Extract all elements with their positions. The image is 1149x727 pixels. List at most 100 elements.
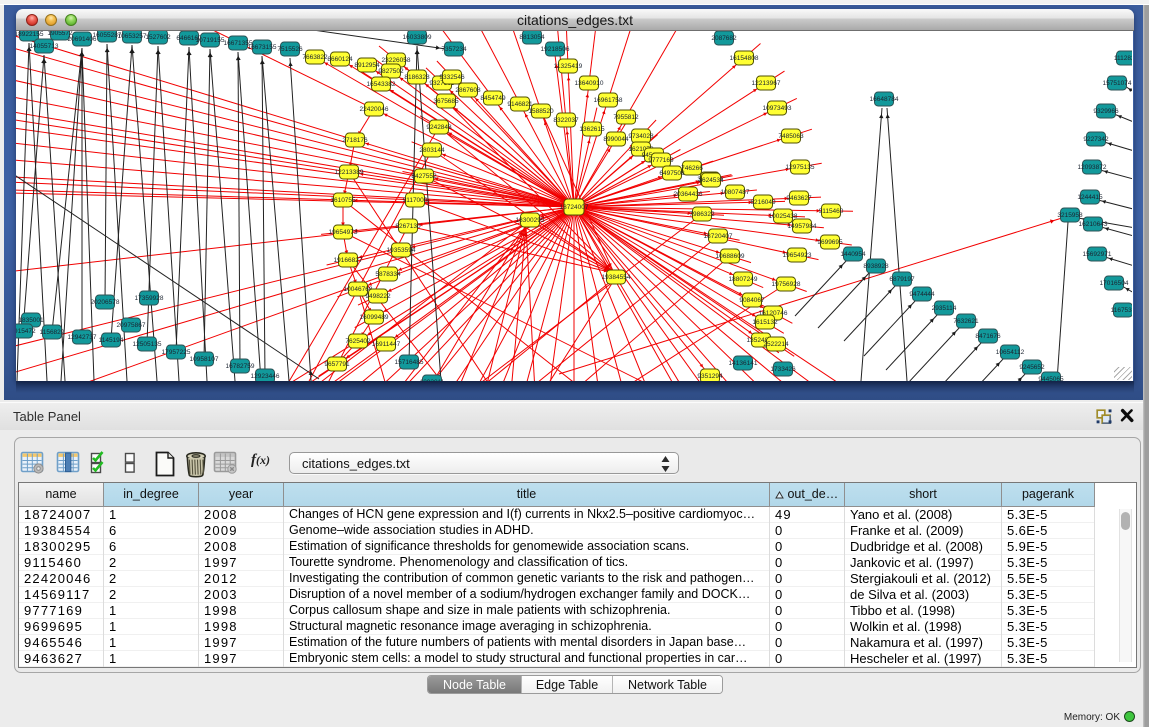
- svg-text:1145194: 1145194: [99, 337, 124, 344]
- svg-text:14136141: 14136141: [729, 360, 758, 367]
- svg-text:8912954: 8912954: [354, 62, 380, 69]
- svg-text:1835001: 1835001: [18, 317, 44, 324]
- svg-text:2803144: 2803144: [419, 147, 445, 154]
- svg-text:1362615: 1362615: [579, 126, 605, 133]
- svg-text:12213389: 12213389: [335, 169, 364, 176]
- svg-text:1244415: 1244415: [1077, 194, 1103, 201]
- svg-text:10654112: 10654112: [996, 349, 1025, 356]
- svg-text:8267130: 8267130: [395, 223, 421, 230]
- svg-text:1093811: 1093811: [420, 379, 445, 381]
- svg-text:12942737: 12942737: [68, 334, 97, 341]
- svg-text:8322037: 8322037: [553, 117, 579, 124]
- svg-text:7955812: 7955812: [613, 114, 639, 121]
- svg-text:2718176: 2718176: [342, 137, 368, 144]
- svg-text:20364436: 20364436: [674, 191, 703, 198]
- svg-text:8660124: 8660124: [327, 56, 353, 63]
- svg-text:7357234: 7357234: [441, 46, 467, 53]
- svg-text:9827502: 9827502: [378, 68, 404, 75]
- svg-text:20975867: 20975867: [117, 322, 146, 329]
- svg-text:3215958: 3215958: [1057, 212, 1083, 219]
- svg-text:22420046: 22420046: [360, 106, 389, 113]
- svg-text:9474444: 9474444: [909, 291, 935, 298]
- svg-text:19756928: 19756928: [772, 281, 801, 288]
- svg-text:1527602: 1527602: [145, 34, 171, 41]
- svg-text:10025438: 10025438: [769, 213, 798, 220]
- svg-text:7663822: 7663822: [302, 54, 328, 61]
- svg-text:8427552: 8427552: [411, 173, 437, 180]
- svg-text:9463627: 9463627: [786, 195, 812, 202]
- svg-text:18724007: 18724007: [560, 204, 589, 211]
- svg-text:19353594: 19353594: [387, 247, 416, 254]
- svg-text:1588520: 1588520: [528, 108, 554, 115]
- svg-text:1156829: 1156829: [40, 329, 65, 336]
- svg-text:9351294: 9351294: [697, 373, 723, 380]
- svg-text:9245652: 9245652: [1019, 364, 1045, 371]
- svg-text:16210643: 16210643: [1079, 221, 1108, 228]
- svg-text:5878334: 5878334: [375, 271, 401, 278]
- svg-text:18922155: 18922155: [16, 31, 44, 38]
- svg-text:15692971: 15692971: [1083, 251, 1112, 258]
- svg-text:14055713: 14055713: [30, 43, 59, 50]
- svg-text:7485063: 7485063: [778, 133, 804, 140]
- svg-text:8990044: 8990044: [603, 136, 629, 143]
- svg-text:18300295: 18300295: [516, 217, 545, 224]
- svg-text:8938928: 8938928: [863, 263, 889, 270]
- svg-text:1440954: 1440954: [840, 251, 866, 258]
- svg-text:15751074: 15751074: [1103, 80, 1132, 87]
- svg-text:19166827: 19166827: [334, 257, 363, 264]
- svg-text:7625402: 7625402: [345, 338, 371, 345]
- svg-text:6879197: 6879197: [889, 276, 915, 283]
- svg-text:9734028: 9734028: [628, 133, 654, 140]
- svg-text:9146821: 9146821: [507, 101, 533, 108]
- svg-text:2522214: 2522214: [763, 341, 789, 348]
- svg-text:16033809: 16033809: [403, 34, 432, 41]
- svg-text:16673155: 16673155: [248, 44, 277, 51]
- svg-text:19384554: 19384554: [602, 274, 631, 281]
- svg-text:10807487: 10807487: [721, 189, 750, 196]
- svg-text:9657791: 9657791: [324, 361, 350, 368]
- svg-text:7515526: 7515526: [277, 46, 303, 53]
- svg-text:18720407: 18720407: [704, 233, 733, 240]
- svg-text:16648784: 16648784: [870, 96, 899, 103]
- svg-text:15716485: 15716485: [395, 359, 424, 366]
- svg-text:9332546: 9332546: [439, 74, 465, 81]
- svg-text:1610755: 1610755: [330, 197, 356, 204]
- svg-text:9445065: 9445065: [1038, 376, 1064, 381]
- svg-text:2867608: 2867608: [455, 87, 481, 94]
- svg-text:10719155: 10719155: [196, 37, 225, 44]
- svg-text:16961758: 16961758: [594, 97, 623, 104]
- svg-text:16154808: 16154808: [730, 55, 759, 62]
- svg-text:16099489: 16099489: [360, 314, 389, 321]
- svg-text:9084067: 9084067: [739, 297, 765, 304]
- svg-text:19218506: 19218506: [541, 46, 570, 53]
- svg-text:9699695: 9699695: [817, 239, 843, 246]
- svg-text:16543382: 16543382: [367, 81, 396, 88]
- svg-text:1615132: 1615132: [752, 319, 778, 326]
- svg-text:14957984: 14957984: [788, 223, 817, 230]
- svg-text:2935114: 2935114: [932, 305, 957, 312]
- svg-text:3624534: 3624534: [698, 177, 724, 184]
- svg-text:9117006: 9117006: [403, 197, 428, 204]
- svg-text:12975135: 12975135: [786, 164, 815, 171]
- svg-text:17359928: 17359928: [135, 295, 164, 302]
- svg-text:12093872: 12093872: [1078, 164, 1107, 171]
- svg-text:6497508: 6497508: [659, 170, 685, 177]
- svg-text:6216049: 6216049: [750, 199, 776, 206]
- svg-text:9498222: 9498222: [365, 293, 391, 300]
- svg-text:18807249: 18807249: [729, 276, 758, 283]
- svg-text:10653257: 10653257: [118, 33, 147, 40]
- svg-text:10973493: 10973493: [763, 105, 792, 112]
- svg-text:10958107: 10958107: [190, 356, 219, 363]
- svg-text:10688609: 10688609: [716, 253, 745, 260]
- svg-text:1112821: 1112821: [1114, 55, 1132, 62]
- svg-text:12923446: 12923446: [251, 373, 280, 380]
- svg-text:3675685: 3675685: [433, 98, 459, 105]
- svg-text:11325419: 11325419: [554, 63, 583, 70]
- svg-text:1167534: 1167534: [1111, 307, 1132, 314]
- svg-text:7986322: 7986322: [689, 211, 715, 218]
- svg-text:9227342: 9227342: [1083, 136, 1109, 143]
- svg-text:1733426: 1733426: [770, 366, 796, 373]
- svg-text:3915472: 3915472: [16, 328, 36, 335]
- svg-text:8471676: 8471676: [975, 333, 1001, 340]
- svg-text:8813054: 8813054: [519, 34, 545, 41]
